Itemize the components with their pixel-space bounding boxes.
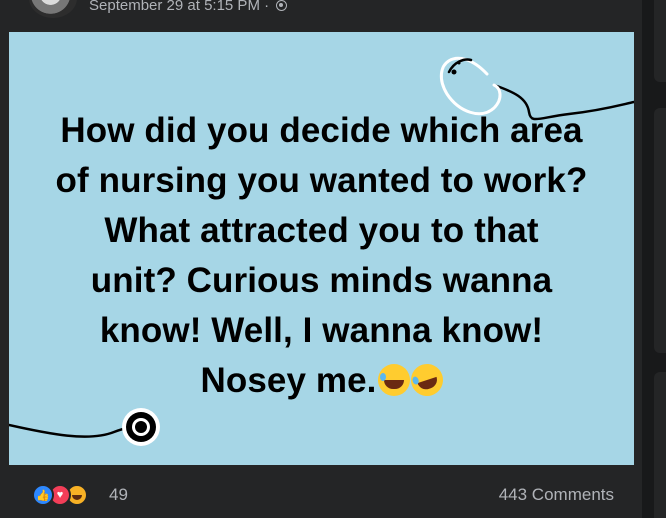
post-header: September 29 at 5:15 PM · (0, 0, 642, 32)
globe-icon (276, 0, 288, 11)
adjacent-card-fragment (654, 372, 666, 518)
post-timestamp[interactable]: September 29 at 5:15 PM · (89, 0, 288, 14)
feed-right-edge (654, 0, 666, 518)
like-icon: 👍 (32, 484, 54, 506)
post-text-line: know! Well, I wanna know! (99, 311, 544, 350)
adjacent-card-fragment (654, 108, 666, 353)
author-avatar[interactable] (29, 0, 77, 18)
post-text-line: How did you decide which area (60, 111, 583, 150)
reaction-icons[interactable]: 👍 ♥ (32, 484, 102, 506)
post-text: How did you decide which area of nursing… (9, 106, 634, 406)
post-card: September 29 at 5:15 PM · How did you de… (0, 0, 642, 518)
post-text-line: of nursing you wanted to work? (55, 161, 588, 200)
timestamp-text[interactable]: September 29 at 5:15 PM · (89, 0, 269, 14)
post-footer: 👍 ♥ 49 443 Comments (0, 470, 642, 518)
post-image[interactable]: How did you decide which area of nursing… (9, 32, 634, 465)
post-text-line: What attracted you to that (104, 211, 539, 250)
tears-of-joy-emoji-icon (377, 364, 410, 396)
post-text-line: unit? Curious minds wanna (90, 261, 553, 300)
post-text-line-last: Nosey me. (9, 356, 634, 406)
adjacent-card-fragment (654, 0, 666, 82)
post-text-line: Nosey me. (200, 361, 377, 400)
rolling-laughing-emoji-icon (406, 359, 447, 401)
reaction-count[interactable]: 49 (109, 485, 128, 505)
comments-count-link[interactable]: 443 Comments (499, 485, 614, 505)
